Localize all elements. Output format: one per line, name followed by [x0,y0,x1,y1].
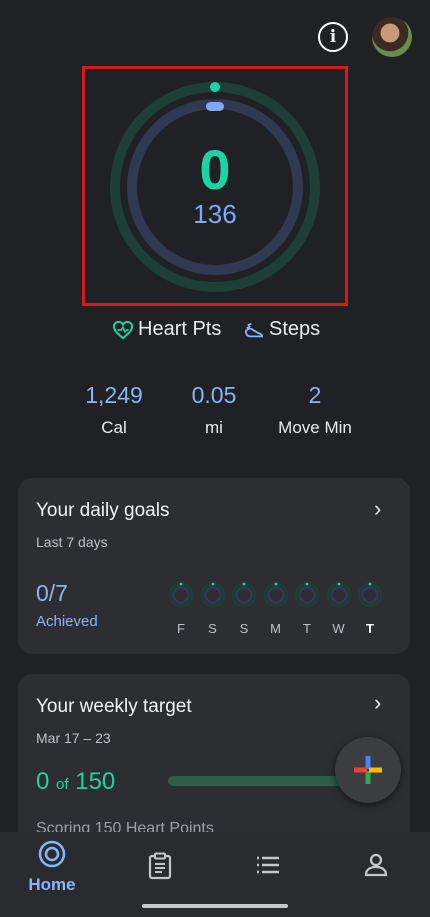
day-goal-today: T [357,582,383,636]
day-goal: W [326,582,352,636]
weekly-target-value: 150 [75,768,116,795]
daily-goals-subtitle: Last 7 days [36,534,108,550]
heart-icon [112,320,134,339]
day-goal: M [263,582,289,636]
nav-profile[interactable] [363,852,389,883]
day-ring-icon [357,582,383,608]
home-indicator [142,904,288,908]
weekly-of: of [56,776,69,793]
steps-icon [244,322,264,337]
day-label: S [208,621,217,636]
day-ring-icon [294,582,320,608]
goals-achieved-label: Achieved [36,613,98,630]
journal-icon [148,852,172,880]
stat-move-min-value: 2 [308,382,322,408]
nav-journal[interactable] [147,852,173,885]
weekly-current: 0 [36,768,50,795]
weekly-target-progress: 0 of 150 [36,768,115,796]
legend-heart-pts-label: Heart Pts [138,318,222,340]
weekly-target-title: Your weekly target [36,696,192,717]
browse-icon [257,856,279,874]
home-icon [38,840,66,868]
day-label: T [303,621,311,636]
daily-goal-days: F S S M T W T [168,582,383,636]
highlight-box [82,66,348,306]
stat-move-min-label: Move Min [278,418,352,437]
day-goal: F [168,582,194,636]
avatar[interactable] [372,17,412,57]
weekly-target-date-range: Mar 17 – 23 [36,730,111,746]
legend-heart-pts: Heart Pts [112,318,221,341]
day-ring-icon [326,582,351,608]
nav-home-label: Home [28,875,76,894]
goals-achieved-count: 0/7 [36,580,68,606]
chevron-right-icon[interactable]: › [374,690,381,716]
stat-move-min: 2 Move Min [255,380,375,438]
info-button[interactable]: i [318,22,348,52]
legend-steps-label: Steps [269,318,321,340]
daily-goals-title: Your daily goals [36,500,170,521]
day-label: M [270,621,281,636]
day-ring-icon [168,582,194,608]
day-goal: T [294,582,320,636]
nav-browse[interactable] [255,855,281,880]
add-button[interactable] [335,737,401,803]
chevron-right-icon[interactable]: › [374,496,381,522]
day-label: S [239,621,249,636]
profile-icon [364,853,388,877]
day-ring-icon [200,582,225,608]
day-goal: S [231,582,257,636]
legend-steps: Steps [243,318,320,341]
plus-icon [354,756,382,784]
day-label: T [366,621,374,636]
day-ring-icon [263,582,288,608]
nav-home[interactable]: Home [17,840,87,895]
day-goal: S [200,582,226,636]
day-label: F [177,621,185,636]
day-label: W [332,621,345,636]
info-icon: i [329,27,337,47]
day-ring-icon [231,582,257,608]
